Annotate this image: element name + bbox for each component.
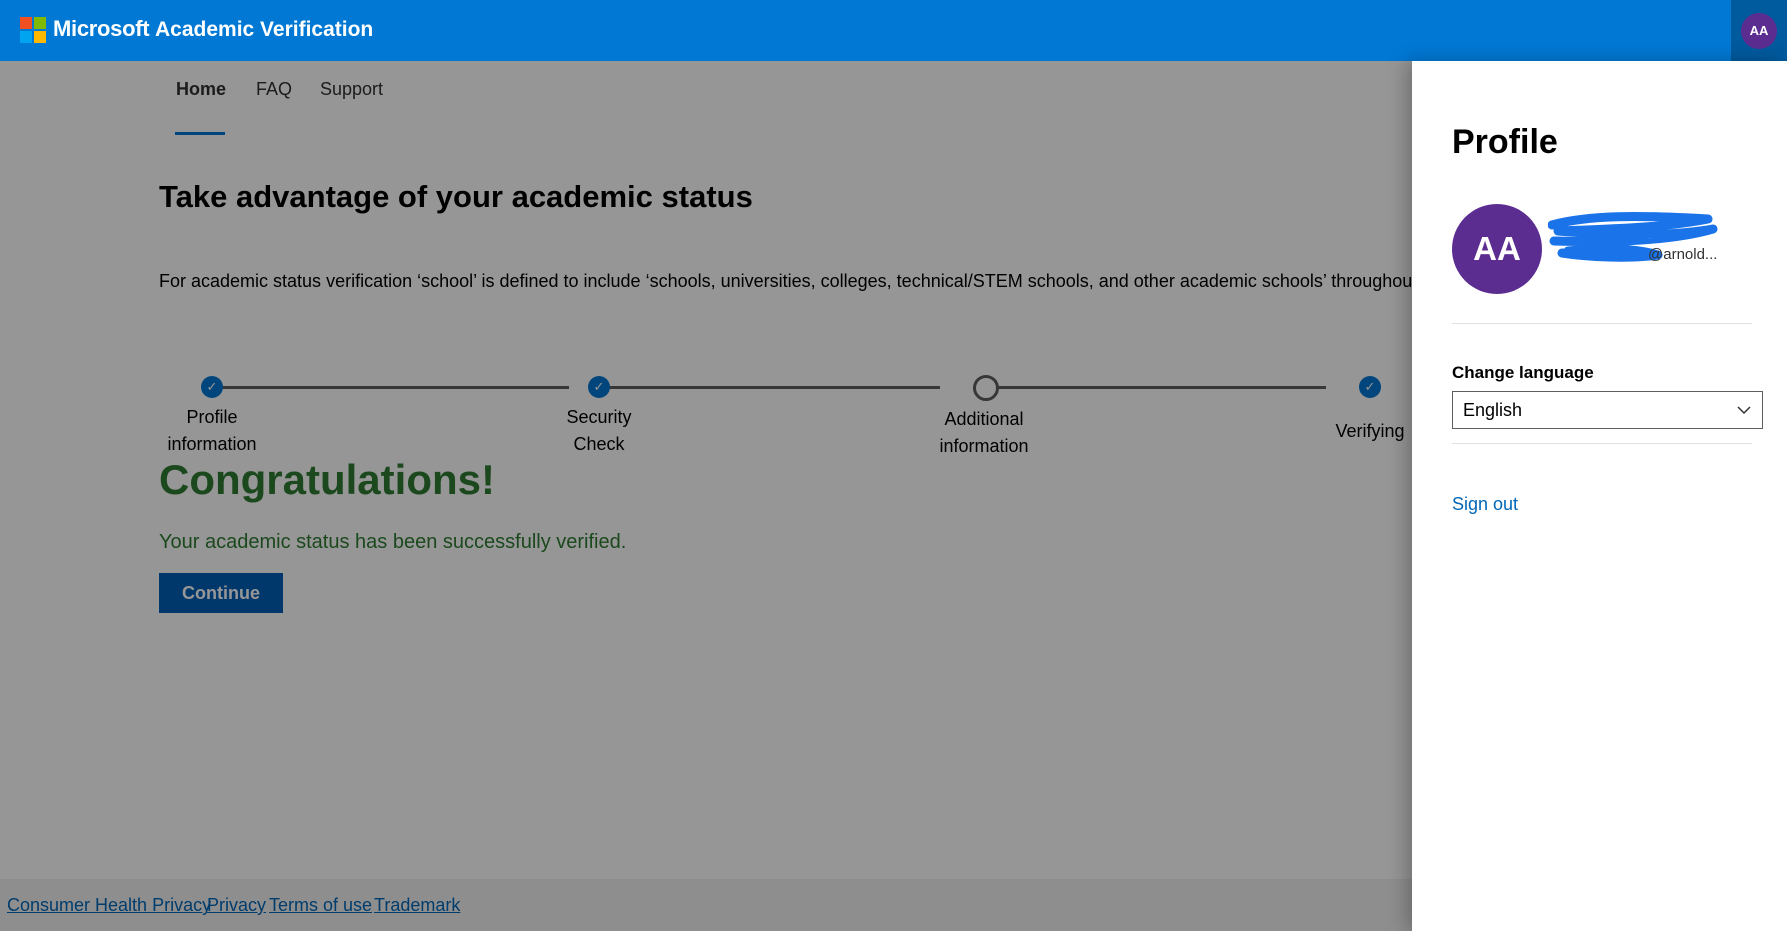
modal-backdrop[interactable] <box>0 61 1412 931</box>
app-title[interactable]: Academic Verification <box>155 18 373 42</box>
avatar: AA <box>1452 204 1542 294</box>
brand-name[interactable]: Microsoft <box>53 16 150 42</box>
language-select[interactable]: English <box>1452 391 1763 429</box>
profile-panel: Profile AA @arnold... Change language En… <box>1412 61 1787 931</box>
top-bar: Microsoft Academic Verification AA <box>0 0 1787 61</box>
avatar[interactable]: AA <box>1741 12 1777 49</box>
change-language-label: Change language <box>1452 363 1594 382</box>
sign-out-link[interactable]: Sign out <box>1452 494 1518 515</box>
account-button[interactable]: AA <box>1731 0 1787 61</box>
microsoft-logo-icon[interactable] <box>20 17 46 43</box>
profile-panel-title: Profile <box>1452 123 1558 161</box>
divider <box>1452 323 1752 324</box>
language-select-value: English <box>1463 400 1523 420</box>
account-email: @arnold... <box>1648 246 1718 263</box>
divider <box>1452 443 1752 444</box>
chevron-down-icon <box>1737 406 1751 415</box>
